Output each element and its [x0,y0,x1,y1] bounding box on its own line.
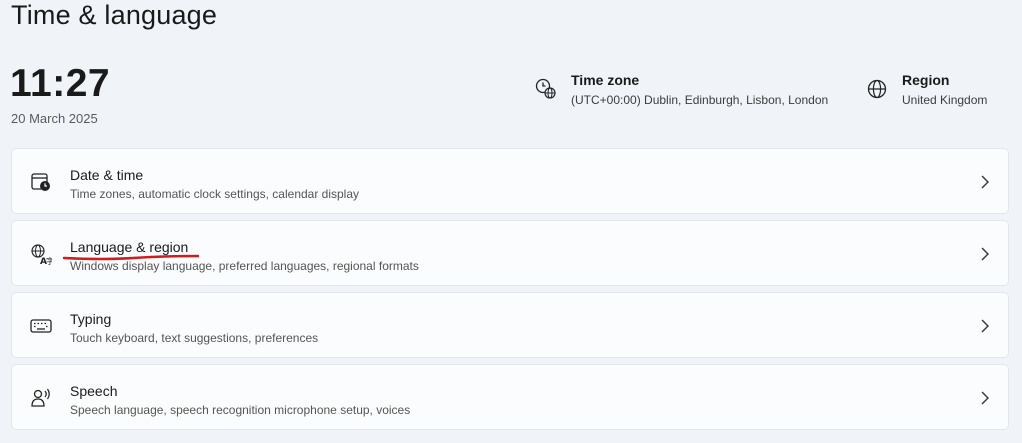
svg-text:字: 字 [46,256,52,265]
region-value: United Kingdom [902,93,988,107]
card-description: Touch keyboard, text suggestions, prefer… [70,331,319,345]
chevron-right-icon [981,175,989,189]
globe-icon [867,79,887,99]
time-zone-info[interactable]: Time zone (UTC+00:00) Dublin, Edinburgh,… [535,72,828,107]
calendar-clock-icon [31,173,50,191]
language-icon: A 字 [31,244,52,265]
clock-time: 11:27 [10,62,111,105]
date-time-card[interactable]: Date & time Time zones, automatic clock … [11,148,1009,214]
card-title: Typing [70,311,112,327]
chevron-right-icon [981,247,989,261]
region-info[interactable]: Region United Kingdom [866,72,987,107]
time-zone-title: Time zone [571,72,640,88]
clock-date: 20 March 2025 [11,111,98,126]
typing-card[interactable]: Typing Touch keyboard, text suggestions,… [11,292,1009,358]
language-region-card[interactable]: A 字 Language & region Windows display la… [11,220,1009,286]
card-description: Time zones, automatic clock settings, ca… [70,187,360,201]
card-description: Speech language, speech recognition micr… [70,403,411,417]
keyboard-icon [30,319,52,333]
speech-card[interactable]: Speech Speech language, speech recogniti… [11,364,1009,430]
time-zone-value: (UTC+00:00) Dublin, Edinburgh, Lisbon, L… [571,93,829,107]
card-description: Windows display language, preferred lang… [70,259,419,273]
card-title: Date & time [70,167,144,183]
card-title: Speech [70,383,118,399]
region-title: Region [902,72,950,88]
chevron-right-icon [981,391,989,405]
page-title: Time & language [11,0,218,30]
speech-icon [31,388,50,407]
chevron-right-icon [981,319,989,333]
clock-globe-icon [535,78,556,99]
